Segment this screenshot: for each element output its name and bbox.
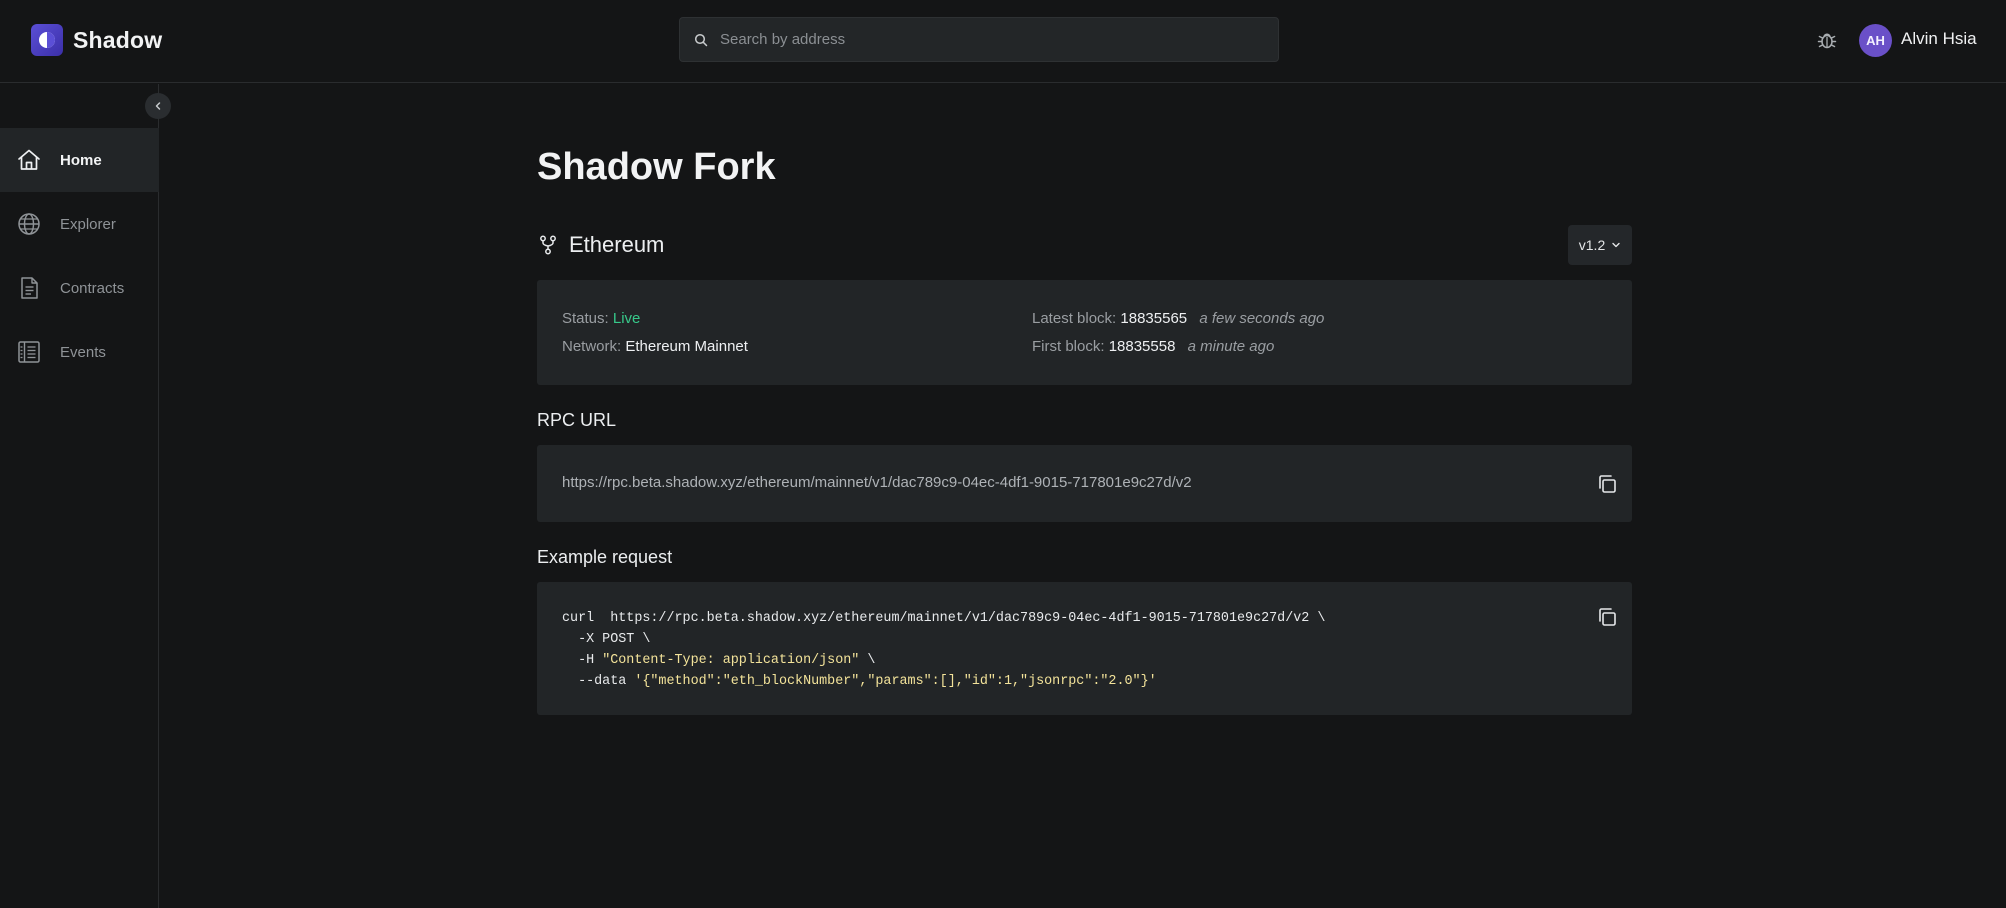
collapse-sidebar-button[interactable] xyxy=(145,93,171,119)
chain-heading: Ethereum xyxy=(539,232,664,258)
chevron-left-icon xyxy=(155,102,161,110)
code-line-end: \ xyxy=(859,653,876,668)
shadow-logo-icon xyxy=(31,24,63,56)
code-block: curl https://rpc.beta.shadow.xyz/ethereu… xyxy=(537,582,1632,715)
curl-command[interactable]: curl https://rpc.beta.shadow.xyz/ethereu… xyxy=(562,608,1325,692)
top-bar: Shadow AH Alvin Hsia xyxy=(0,0,2006,83)
search-input[interactable] xyxy=(720,31,1260,48)
brand-logo[interactable]: Shadow xyxy=(31,24,162,56)
network-label: Network: xyxy=(562,338,622,355)
sidebar-item-contracts[interactable]: Contracts xyxy=(0,256,159,320)
version-select[interactable]: v1.2 xyxy=(1568,225,1632,265)
code-flag: --data xyxy=(562,674,635,689)
latest-block-row: Latest block: 18835565 a few seconds ago xyxy=(1032,310,1324,327)
code-string: '{"method":"eth_blockNumber","params":[]… xyxy=(634,674,1157,689)
copy-icon[interactable] xyxy=(1596,606,1618,628)
copy-icon[interactable] xyxy=(1596,473,1618,495)
rpc-url-heading: RPC URL xyxy=(537,410,617,430)
rpc-url-value[interactable]: https://rpc.beta.shadow.xyz/ethereum/mai… xyxy=(562,474,1192,491)
sidebar-item-label: Events xyxy=(60,343,106,361)
sidebar-item-home[interactable]: Home xyxy=(0,128,159,192)
sidebar-item-explorer[interactable]: Explorer xyxy=(0,192,159,256)
sidebar: Home Explorer Contracts Events xyxy=(0,84,159,908)
code-flag: -H xyxy=(562,653,603,668)
latest-block-label: Latest block: xyxy=(1032,310,1117,327)
first-block-time: a minute ago xyxy=(1187,338,1275,355)
network-row: Network: Ethereum Mainnet xyxy=(562,338,748,355)
sidebar-item-events[interactable]: Events xyxy=(0,320,159,384)
home-icon xyxy=(18,149,40,170)
first-block-value: 18835558 xyxy=(1108,338,1176,355)
code-string: "Content-Type: application/json" xyxy=(602,653,860,668)
status-value: Live xyxy=(612,310,641,327)
code-line: -X POST \ xyxy=(562,632,651,647)
network-value: Ethereum Mainnet xyxy=(625,338,748,355)
user-name[interactable]: Alvin Hsia xyxy=(1901,29,1977,49)
latest-block-value: 18835565 xyxy=(1120,310,1188,327)
first-block-label: First block: xyxy=(1032,338,1105,355)
sidebar-item-label: Home xyxy=(60,151,102,169)
rpc-url-panel: https://rpc.beta.shadow.xyz/ethereum/mai… xyxy=(537,445,1632,522)
page-title: Shadow Fork xyxy=(537,146,776,188)
example-request-heading: Example request xyxy=(537,547,673,567)
fork-icon xyxy=(540,235,556,255)
status-row: Status: Live xyxy=(562,310,640,327)
latest-block-time: a few seconds ago xyxy=(1199,310,1325,327)
search-bar[interactable] xyxy=(679,17,1279,62)
chain-name: Ethereum xyxy=(569,232,665,257)
version-value: v1.2 xyxy=(1578,237,1606,253)
first-block-row: First block: 18835558 a minute ago xyxy=(1032,338,1274,355)
sidebar-item-label: Contracts xyxy=(60,279,125,297)
brand-name: Shadow xyxy=(73,26,163,53)
bug-icon[interactable] xyxy=(1816,29,1838,51)
globe-icon xyxy=(18,213,40,235)
chevron-down-icon xyxy=(1612,242,1620,248)
search-icon xyxy=(694,33,708,46)
events-list-icon xyxy=(18,341,40,363)
sidebar-item-label: Explorer xyxy=(60,215,116,233)
status-panel: Status: Live Network: Ethereum Mainnet L… xyxy=(537,280,1632,385)
status-label: Status: xyxy=(562,310,609,327)
code-line: curl https://rpc.beta.shadow.xyz/ethereu… xyxy=(562,611,1326,626)
document-icon xyxy=(21,277,38,299)
user-avatar[interactable]: AH xyxy=(1859,24,1892,57)
